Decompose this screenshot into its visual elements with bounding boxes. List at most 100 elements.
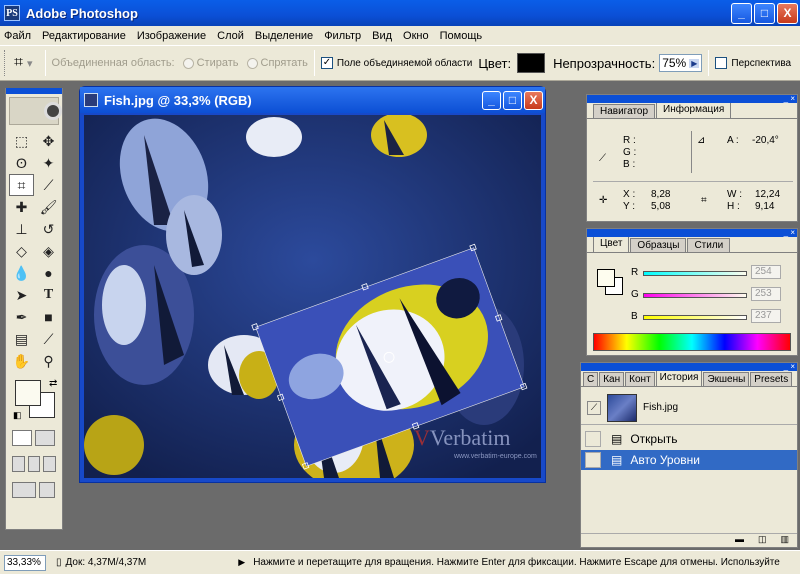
default-colors-icon[interactable]: ◧	[13, 410, 22, 421]
tab-c[interactable]: C	[583, 372, 599, 386]
image-canvas[interactable]: VVerbatim www.verbatim-europe.com	[84, 115, 541, 478]
tab-channels[interactable]: Кан	[599, 372, 625, 386]
doc-maximize-button[interactable]: □	[503, 90, 522, 110]
menu-select[interactable]: Выделение	[255, 30, 313, 42]
history-item[interactable]: ▤ Открыть	[581, 429, 797, 449]
eyedropper-icon[interactable]: ⟋	[36, 328, 61, 350]
blur-icon[interactable]: 💧	[9, 262, 34, 284]
crop-tool-preset-icon[interactable]: ⌗	[14, 54, 23, 72]
menu-file[interactable]: Файл	[4, 30, 31, 42]
hand-icon[interactable]: ✋	[9, 350, 34, 372]
new-snapshot-icon[interactable]: ◫	[758, 534, 767, 547]
tab-navigator[interactable]: Навигатор	[593, 104, 656, 118]
history-brush-source-icon[interactable]: ⟋	[587, 400, 601, 415]
erase-radio[interactable]	[182, 57, 194, 69]
panel-titlebar[interactable]: _ ×	[587, 94, 797, 103]
screen-mode-standard[interactable]	[12, 456, 25, 472]
tab-styles[interactable]: Стили	[687, 238, 731, 252]
tab-paths[interactable]: Конт	[625, 372, 655, 386]
combined-field-checkbox[interactable]: ✓	[320, 57, 333, 69]
menu-filter[interactable]: Фильтр	[324, 30, 361, 42]
history-state-box[interactable]	[585, 452, 601, 468]
dodge-icon[interactable]: ●	[36, 262, 61, 284]
doc-minimize-button[interactable]: _	[482, 90, 501, 110]
menu-help[interactable]: Помощь	[440, 30, 483, 42]
color-fg-swatch[interactable]	[597, 269, 615, 287]
type-icon[interactable]: T	[36, 284, 61, 306]
pen-icon[interactable]: ✒	[9, 306, 34, 328]
move-icon[interactable]: ✥	[36, 130, 61, 152]
slice-icon[interactable]: ⟋	[36, 174, 61, 196]
screen-mode-full-menu[interactable]	[27, 456, 41, 472]
path-select-icon[interactable]: ➤	[9, 284, 34, 306]
shape-icon[interactable]: ■	[36, 306, 61, 328]
options-grip[interactable]	[4, 50, 8, 76]
maximize-button[interactable]: □	[754, 2, 775, 24]
opacity-input[interactable]: 75% ▶	[659, 54, 703, 72]
healing-brush-icon[interactable]: ✚	[9, 196, 34, 218]
red-value[interactable]: 254	[751, 265, 781, 279]
quickmask-mode-button[interactable]	[35, 430, 55, 446]
foreground-color[interactable]	[15, 380, 41, 406]
panel-titlebar[interactable]: _ ×	[587, 228, 797, 237]
color-spectrum[interactable]	[593, 333, 791, 351]
history-item-selected[interactable]: ▤ Авто Уровни	[581, 450, 797, 470]
photoshop-eye-logo[interactable]	[9, 97, 62, 125]
menu-image[interactable]: Изображение	[137, 30, 206, 42]
panel-close-icon[interactable]: _ ×	[784, 228, 795, 237]
blue-value[interactable]: 237	[751, 309, 781, 323]
tab-presets[interactable]: Presets	[750, 372, 793, 386]
opacity-arrow-icon[interactable]: ▶	[689, 58, 700, 68]
red-slider[interactable]	[643, 271, 747, 276]
standard-mode-button[interactable]	[12, 430, 32, 446]
zoom-field[interactable]: 33,33%	[4, 554, 46, 571]
lasso-icon[interactable]: ʘ	[9, 152, 34, 174]
new-document-icon[interactable]: ▬	[735, 534, 744, 547]
menu-window[interactable]: Окно	[403, 30, 429, 42]
perspective-checkbox[interactable]	[715, 57, 728, 69]
menu-edit[interactable]: Редактирование	[42, 30, 126, 42]
marquee-icon[interactable]: ⬚	[9, 130, 34, 152]
green-slider[interactable]	[643, 293, 747, 298]
screen-mode-full[interactable]	[43, 456, 57, 472]
photoshop-app-icon[interactable]: PS	[4, 5, 20, 21]
panel-close-icon[interactable]: _ ×	[784, 94, 795, 103]
swap-colors-icon[interactable]: ⇄	[49, 378, 57, 389]
paint-bucket-icon[interactable]: ◈	[36, 240, 61, 262]
hide-radio[interactable]	[246, 57, 258, 69]
notes-icon[interactable]: ▤	[9, 328, 34, 350]
history-snapshot[interactable]: ⟋ Fish.jpg	[581, 391, 797, 425]
stamp-icon[interactable]: ⊥	[9, 218, 34, 240]
close-button[interactable]: X	[777, 2, 798, 24]
preset-dropdown-icon[interactable]: ▾	[27, 57, 33, 70]
history-state-box[interactable]	[585, 431, 601, 447]
tab-info[interactable]: Информация	[656, 102, 732, 118]
brush-icon[interactable]: 🖌	[36, 196, 61, 218]
crop-icon[interactable]: ⌗	[9, 174, 34, 196]
tab-swatches[interactable]: Образцы	[630, 238, 687, 252]
magic-wand-icon[interactable]: ✦	[36, 152, 61, 174]
panel-titlebar[interactable]: _ ×	[581, 362, 797, 371]
document-titlebar[interactable]: Fish.jpg @ 33,3% (RGB) _ □ X	[80, 87, 545, 113]
shield-color-swatch[interactable]	[517, 53, 546, 73]
tab-color[interactable]: Цвет	[593, 236, 630, 252]
jump-buttons	[6, 480, 62, 500]
zoom-icon[interactable]: ⚲	[36, 350, 61, 372]
blue-slider[interactable]	[643, 315, 747, 320]
minimize-button[interactable]: _	[731, 2, 752, 24]
file-browser-icon[interactable]	[39, 482, 55, 498]
tab-history[interactable]: История	[655, 370, 703, 386]
doc-close-button[interactable]: X	[524, 90, 543, 110]
toolbox-titlebar[interactable]	[6, 88, 62, 94]
trash-icon[interactable]: ▥	[780, 534, 789, 547]
panel-close-icon[interactable]: _ ×	[784, 362, 795, 371]
green-value[interactable]: 253	[751, 287, 781, 301]
tab-actions[interactable]: Экшены	[703, 372, 750, 386]
history-brush-icon[interactable]: ↺	[36, 218, 61, 240]
eraser-icon[interactable]: ◇	[9, 240, 34, 262]
menu-view[interactable]: Вид	[372, 30, 392, 42]
menu-layer[interactable]: Слой	[217, 30, 244, 42]
history-panel: _ × C Кан Конт История Экшены Presets ⟋ …	[580, 362, 798, 548]
jump-to-imageready-icon[interactable]	[12, 482, 36, 498]
status-arrow-icon[interactable]: ▶	[238, 557, 245, 568]
